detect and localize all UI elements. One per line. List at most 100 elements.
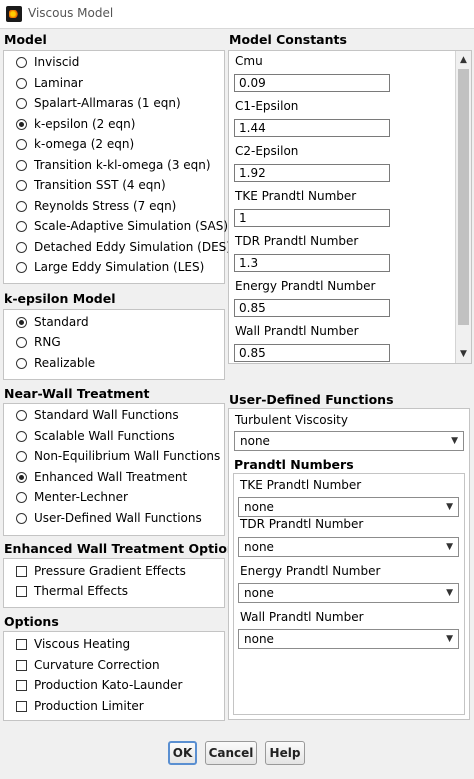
scroll-up-arrow-icon[interactable]: ▲ [456,52,471,68]
scrollbar-thumb[interactable] [458,69,469,325]
cmu-label: Cmu [235,54,263,68]
radio-icon [16,337,27,348]
radio-icon [16,410,27,421]
radio-icon [16,242,27,253]
tdr-prandtl-input[interactable]: 1.3 [234,254,390,272]
radio-icon [16,513,27,524]
model-option-sas[interactable]: Scale-Adaptive Simulation (SAS) [16,217,228,235]
checkbox-icon [16,660,27,671]
viscous-heating-checkbox[interactable]: Viscous Heating [16,635,130,653]
model-option-les[interactable]: Large Eddy Simulation (LES) [16,258,204,276]
wall-prandtl-label: Wall Prandtl Number [235,324,359,338]
model-option-laminar[interactable]: Laminar [16,74,83,92]
udf-energy-prandtl-label: Energy Prandtl Number [240,564,381,578]
help-button[interactable]: Help [265,741,305,765]
cancel-button[interactable]: Cancel [205,741,257,765]
model-constants-panel: Cmu 0.09 C1-Epsilon 1.44 C2-Epsilon 1.92… [228,50,472,364]
prandtl-numbers-group: TKE Prandtl Number none ▼ TDR Prandtl Nu… [233,473,465,715]
near-wall-option-non-equilibrium[interactable]: Non-Equilibrium Wall Functions [16,447,220,465]
near-wall-option-standard[interactable]: Standard Wall Functions [16,406,179,424]
k-epsilon-option-realizable[interactable]: Realizable [16,354,95,372]
model-option-k-omega[interactable]: k-omega (2 eqn) [16,135,134,153]
tke-prandtl-label: TKE Prandtl Number [235,189,357,203]
model-option-des[interactable]: Detached Eddy Simulation (DES) [16,238,231,256]
pressure-gradient-effects-checkbox[interactable]: Pressure Gradient Effects [16,562,186,580]
model-option-k-epsilon[interactable]: k-epsilon (2 eqn) [16,115,135,133]
udf-tke-prandtl-dropdown[interactable]: none ▼ [238,497,459,517]
ok-button[interactable]: OK [168,741,197,765]
udf-tdr-prandtl-dropdown[interactable]: none ▼ [238,537,459,557]
curvature-correction-checkbox[interactable]: Curvature Correction [16,656,160,674]
tke-prandtl-input[interactable]: 1 [234,209,390,227]
c1-epsilon-input[interactable]: 1.44 [234,119,390,137]
model-option-spalart-allmaras[interactable]: Spalart-Allmaras (1 eqn) [16,94,181,112]
turbulent-viscosity-dropdown[interactable]: none ▼ [234,431,464,451]
chevron-down-icon: ▼ [446,588,453,598]
chevron-down-icon: ▼ [446,542,453,552]
prandtl-numbers-header: Prandtl Numbers [234,457,354,472]
k-epsilon-option-rng[interactable]: RNG [16,333,61,351]
near-wall-group: Standard Wall Functions Scalable Wall Fu… [3,403,225,536]
checkbox-icon [16,566,27,577]
k-epsilon-option-standard[interactable]: Standard [16,313,89,331]
k-epsilon-model-group: Standard RNG Realizable [3,309,225,380]
near-wall-option-enhanced[interactable]: Enhanced Wall Treatment [16,468,187,486]
model-option-inviscid[interactable]: Inviscid [16,53,79,71]
production-kato-launder-checkbox[interactable]: Production Kato-Launder [16,676,182,694]
model-option-transition-sst[interactable]: Transition SST (4 eqn) [16,176,166,194]
radio-selected-icon [16,317,27,328]
constants-scrollbar[interactable]: ▲ ▼ [455,51,471,363]
radio-icon [16,160,27,171]
radio-icon [16,262,27,273]
model-header: Model [4,32,47,47]
model-constants-header: Model Constants [229,32,347,47]
c2-epsilon-label: C2-Epsilon [235,144,299,158]
ewt-options-header: Enhanced Wall Treatment Options [4,541,244,556]
near-wall-option-user-defined[interactable]: User-Defined Wall Functions [16,509,202,527]
model-group: Inviscid Laminar Spalart-Allmaras (1 eqn… [3,50,231,284]
ewt-options-group: Pressure Gradient Effects Thermal Effect… [3,558,225,608]
udf-header: User-Defined Functions [229,392,394,407]
checkbox-icon [16,701,27,712]
energy-prandtl-label: Energy Prandtl Number [235,279,376,293]
chevron-down-icon: ▼ [446,634,453,644]
radio-icon [16,78,27,89]
production-limiter-checkbox[interactable]: Production Limiter [16,697,144,715]
radio-icon [16,451,27,462]
near-wall-option-menter-lechner[interactable]: Menter-Lechner [16,488,128,506]
near-wall-option-scalable[interactable]: Scalable Wall Functions [16,427,175,445]
radio-icon [16,57,27,68]
cmu-input[interactable]: 0.09 [234,74,390,92]
udf-tdr-prandtl-label: TDR Prandtl Number [240,517,364,531]
model-option-transition-k-kl-omega[interactable]: Transition k-kl-omega (3 eqn) [16,156,211,174]
radio-icon [16,358,27,369]
fluent-app-icon [6,6,22,22]
radio-icon [16,201,27,212]
checkbox-icon [16,639,27,650]
options-header: Options [4,614,59,629]
radio-icon [16,431,27,442]
radio-icon [16,221,27,232]
scroll-down-arrow-icon[interactable]: ▼ [456,346,471,362]
c1-epsilon-label: C1-Epsilon [235,99,299,113]
udf-wall-prandtl-dropdown[interactable]: none ▼ [238,629,459,649]
model-option-reynolds-stress[interactable]: Reynolds Stress (7 eqn) [16,197,176,215]
thermal-effects-checkbox[interactable]: Thermal Effects [16,582,128,600]
udf-energy-prandtl-dropdown[interactable]: none ▼ [238,583,459,603]
radio-icon [16,139,27,150]
options-group: Viscous Heating Curvature Correction Pro… [3,631,225,721]
udf-wall-prandtl-label: Wall Prandtl Number [240,610,364,624]
radio-icon [16,98,27,109]
k-epsilon-model-header: k-epsilon Model [4,291,116,306]
window-title: Viscous Model [28,6,114,20]
title-bar: Viscous Model [0,0,474,29]
checkbox-icon [16,586,27,597]
wall-prandtl-input[interactable]: 0.85 [234,344,390,362]
energy-prandtl-input[interactable]: 0.85 [234,299,390,317]
c2-epsilon-input[interactable]: 1.92 [234,164,390,182]
checkbox-icon [16,680,27,691]
tdr-prandtl-label: TDR Prandtl Number [235,234,359,248]
turbulent-viscosity-label: Turbulent Viscosity [235,413,348,427]
radio-selected-icon [16,472,27,483]
radio-icon [16,180,27,191]
